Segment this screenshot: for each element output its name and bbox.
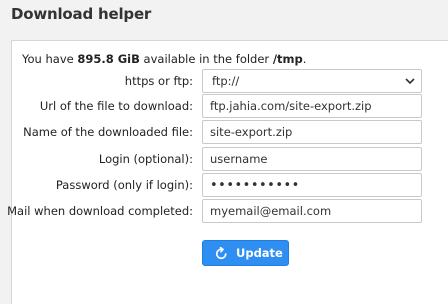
update-button[interactable]: Update <box>202 240 289 266</box>
protocol-label: https or ftp: <box>124 74 193 88</box>
protocol-select-value: ftp:// <box>212 74 240 88</box>
refresh-icon <box>215 247 227 260</box>
update-button-label: Update <box>236 246 283 260</box>
login-label: Login (optional): <box>98 152 193 166</box>
chevron-down-icon <box>405 78 415 85</box>
available-space: 895.8 GiB <box>77 52 140 66</box>
info-prefix: You have <box>22 52 78 66</box>
url-input[interactable] <box>202 94 422 118</box>
filename-label: Name of the downloaded file: <box>23 125 193 139</box>
mail-row: Mail when download completed: <box>7 199 448 223</box>
login-input[interactable] <box>202 147 422 171</box>
password-input[interactable] <box>202 173 422 197</box>
password-label: Password (only if login): <box>55 178 193 192</box>
protocol-select[interactable]: ftp:// <box>202 69 422 93</box>
url-row: Url of the file to download: <box>12 94 448 118</box>
protocol-row: https or ftp: ftp:// <box>12 69 448 93</box>
url-label: Url of the file to download: <box>39 99 193 113</box>
filename-row: Name of the downloaded file: <box>12 120 448 144</box>
disk-space-info: You have 895.8 GiB available in the fold… <box>22 52 306 66</box>
download-form-panel: You have 895.8 GiB available in the fold… <box>7 40 448 304</box>
page-title: Download helper <box>11 5 152 23</box>
password-row: Password (only if login): <box>12 173 448 197</box>
info-suffix: . <box>302 52 307 66</box>
info-middle: available in the folder <box>139 52 273 66</box>
login-row: Login (optional): <box>12 147 448 171</box>
mail-input[interactable] <box>202 199 422 223</box>
folder-path: /tmp <box>272 52 303 66</box>
filename-input[interactable] <box>202 120 422 144</box>
mail-label: Mail when download completed: <box>7 204 193 218</box>
download-helper-page: Download helper You have 895.8 GiB avail… <box>0 0 448 304</box>
